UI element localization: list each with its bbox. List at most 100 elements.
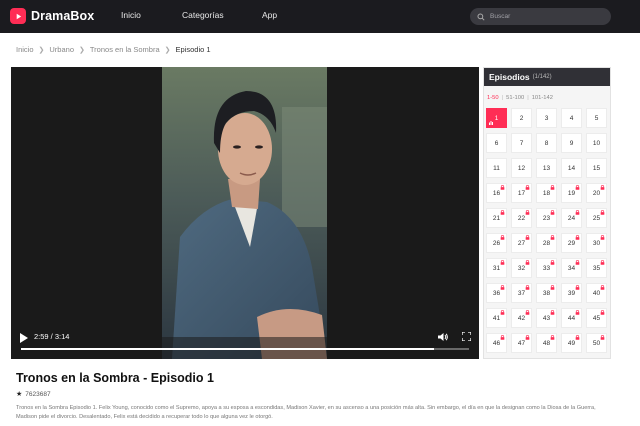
- volume-icon[interactable]: [438, 332, 448, 342]
- episode-button[interactable]: 30: [586, 233, 607, 253]
- episode-number: 28: [542, 239, 551, 247]
- episode-number: 17: [517, 189, 526, 197]
- episode-number: 49: [567, 339, 576, 347]
- episode-button[interactable]: 14: [561, 158, 582, 178]
- episode-button[interactable]: 46: [486, 333, 507, 353]
- chevron-right-icon: ❯: [164, 46, 171, 54]
- episode-button[interactable]: 23: [536, 208, 557, 228]
- episode-button[interactable]: 24: [561, 208, 582, 228]
- range-tab-101-142[interactable]: 101-142: [532, 95, 553, 101]
- episode-button[interactable]: 17: [511, 183, 532, 203]
- episode-number: 45: [592, 314, 601, 322]
- range-tab-51-100[interactable]: 51-100: [506, 95, 524, 101]
- episode-number: 27: [517, 239, 526, 247]
- episode-button[interactable]: 35: [586, 258, 607, 278]
- episode-button[interactable]: 5: [586, 108, 607, 128]
- episode-button[interactable]: 19: [561, 183, 582, 203]
- episode-number: 15: [592, 164, 601, 172]
- episode-button[interactable]: 10: [586, 133, 607, 153]
- episode-button[interactable]: 20: [586, 183, 607, 203]
- lock-icon: [600, 310, 605, 315]
- episode-number: 14: [567, 164, 576, 172]
- play-icon[interactable]: [20, 333, 28, 343]
- episode-button[interactable]: 18: [536, 183, 557, 203]
- lock-icon: [600, 335, 605, 340]
- lock-icon: [500, 185, 505, 190]
- nav-item-categorias[interactable]: Categorías: [182, 10, 224, 20]
- episode-button[interactable]: 50: [586, 333, 607, 353]
- episode-button[interactable]: 8: [536, 133, 557, 153]
- episode-button[interactable]: 7: [511, 133, 532, 153]
- episode-number: 9: [569, 139, 574, 147]
- video-player[interactable]: 2:59 / 3:14: [11, 67, 479, 359]
- lock-icon: [600, 260, 605, 265]
- range-tab-1-50[interactable]: 1-50: [487, 95, 499, 101]
- episode-button[interactable]: 3: [536, 108, 557, 128]
- episode-number: 29: [567, 239, 576, 247]
- episode-number: 44: [567, 314, 576, 322]
- episode-button[interactable]: 49: [561, 333, 582, 353]
- episode-number: 11: [493, 164, 500, 172]
- breadcrumb-urbano[interactable]: Urbano: [49, 45, 74, 54]
- episode-button[interactable]: 48: [536, 333, 557, 353]
- nav-item-app[interactable]: App: [262, 10, 277, 20]
- episode-button[interactable]: 36: [486, 283, 507, 303]
- episode-number: 35: [592, 264, 601, 272]
- lock-icon: [525, 310, 530, 315]
- episode-number: 19: [567, 189, 576, 197]
- episode-button[interactable]: 25: [586, 208, 607, 228]
- breadcrumb-series[interactable]: Tronos en la Sombra: [90, 45, 160, 54]
- episode-button[interactable]: 21: [486, 208, 507, 228]
- episode-button[interactable]: 29: [561, 233, 582, 253]
- lock-icon: [575, 185, 580, 190]
- lock-icon: [525, 335, 530, 340]
- search-box[interactable]: [470, 8, 611, 25]
- episode-button[interactable]: 37: [511, 283, 532, 303]
- episode-button[interactable]: 32: [511, 258, 532, 278]
- episodes-count: (1/142): [532, 74, 552, 80]
- logo[interactable]: DramaBox: [10, 8, 94, 24]
- episode-button[interactable]: 42: [511, 308, 532, 328]
- nav-item-inicio[interactable]: Inicio: [121, 10, 141, 20]
- lock-icon: [600, 210, 605, 215]
- episode-button[interactable]: 11: [486, 158, 507, 178]
- search-input[interactable]: [490, 13, 600, 20]
- episode-button[interactable]: 2: [511, 108, 532, 128]
- episode-number: 4: [569, 114, 574, 122]
- episode-button[interactable]: 6: [486, 133, 507, 153]
- episode-button[interactable]: 16: [486, 183, 507, 203]
- episode-button[interactable]: 4: [561, 108, 582, 128]
- breadcrumb-current: Episodio 1: [175, 45, 211, 54]
- episode-button[interactable]: 45: [586, 308, 607, 328]
- episode-button[interactable]: 47: [511, 333, 532, 353]
- episode-number: 38: [542, 289, 551, 297]
- episode-button[interactable]: 43: [536, 308, 557, 328]
- lock-icon: [575, 235, 580, 240]
- fullscreen-icon[interactable]: [462, 332, 471, 341]
- episode-button[interactable]: 1: [486, 108, 507, 128]
- breadcrumb-inicio[interactable]: Inicio: [16, 45, 34, 54]
- episode-number: 34: [567, 264, 576, 272]
- episode-button[interactable]: 9: [561, 133, 582, 153]
- episode-button[interactable]: 27: [511, 233, 532, 253]
- episode-number: 16: [492, 189, 501, 197]
- episode-number: 42: [517, 314, 526, 322]
- episode-button[interactable]: 38: [536, 283, 557, 303]
- episode-number: 10: [592, 139, 601, 147]
- episode-button[interactable]: 26: [486, 233, 507, 253]
- progress-bar[interactable]: [21, 348, 469, 350]
- episode-button[interactable]: 40: [586, 283, 607, 303]
- episode-button[interactable]: 13: [536, 158, 557, 178]
- episode-button[interactable]: 12: [511, 158, 532, 178]
- lock-icon: [525, 185, 530, 190]
- episode-button[interactable]: 41: [486, 308, 507, 328]
- episode-button[interactable]: 33: [536, 258, 557, 278]
- episode-button[interactable]: 44: [561, 308, 582, 328]
- episode-number: 26: [492, 239, 501, 247]
- episode-button[interactable]: 39: [561, 283, 582, 303]
- episode-button[interactable]: 22: [511, 208, 532, 228]
- episode-button[interactable]: 15: [586, 158, 607, 178]
- episode-button[interactable]: 34: [561, 258, 582, 278]
- episode-button[interactable]: 31: [486, 258, 507, 278]
- episode-button[interactable]: 28: [536, 233, 557, 253]
